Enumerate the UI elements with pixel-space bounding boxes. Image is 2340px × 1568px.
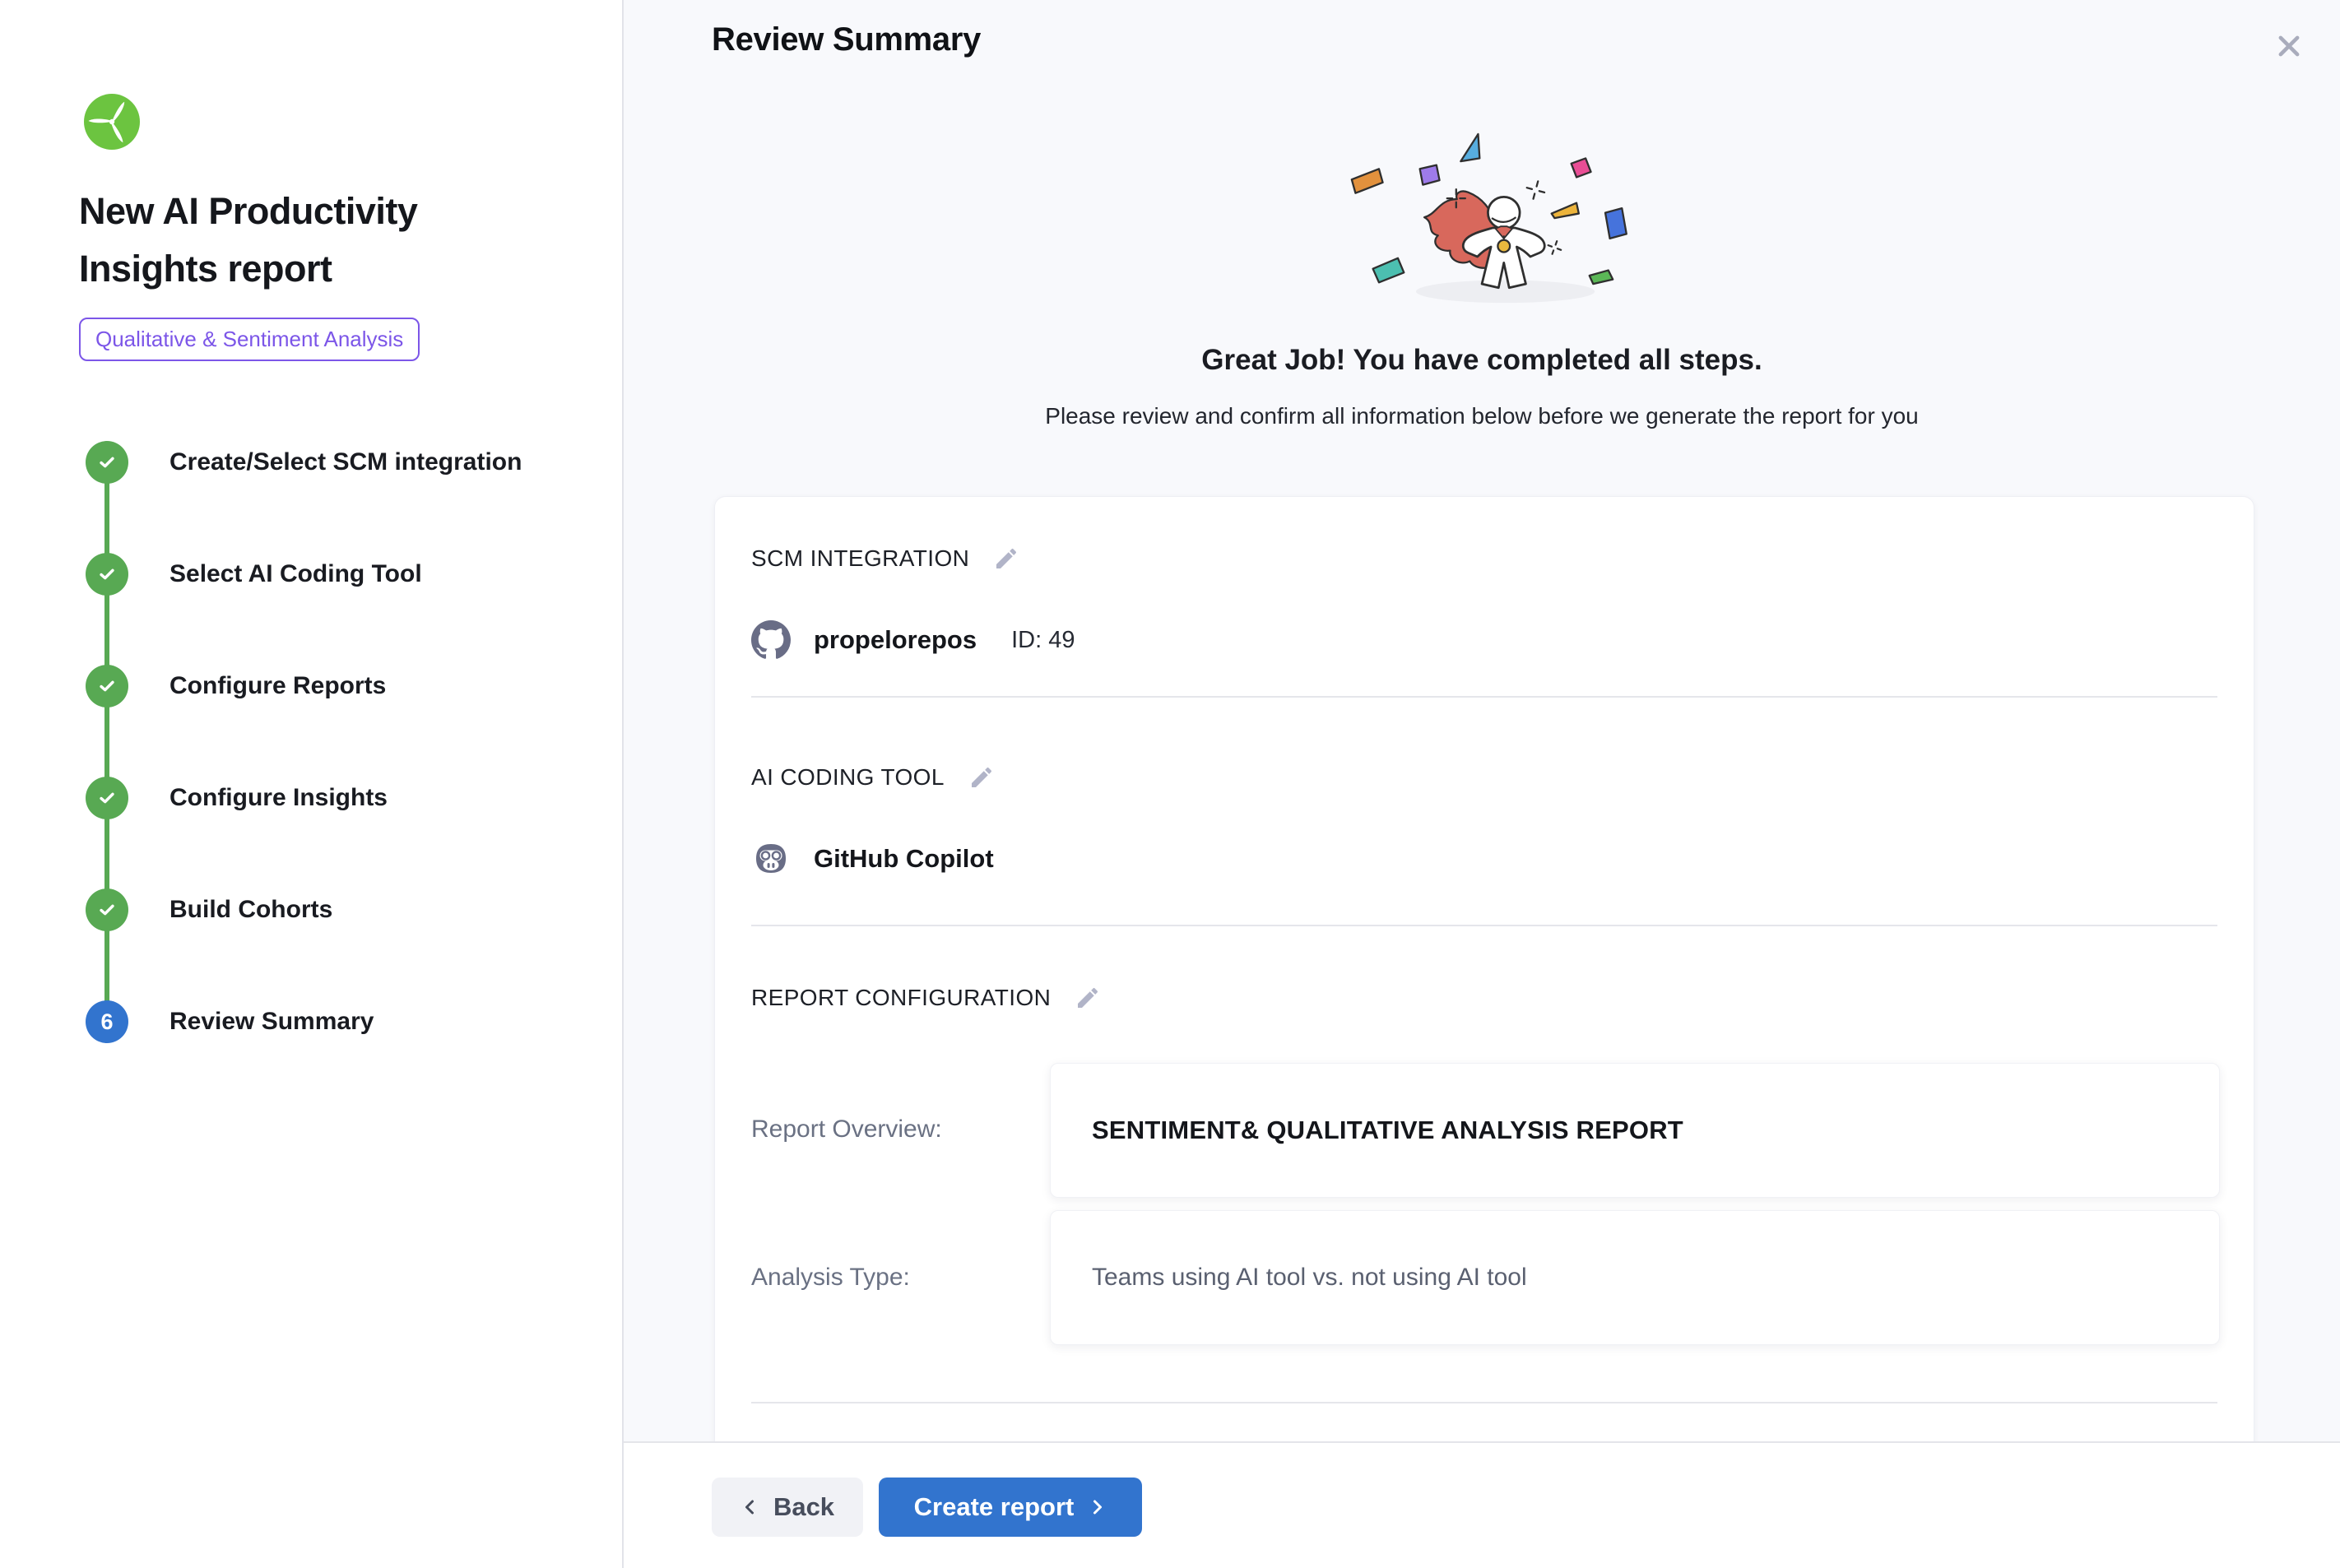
step-review-summary[interactable]: 6 Review Summary	[86, 1000, 374, 1043]
step-configure-reports[interactable]: Configure Reports	[86, 665, 386, 707]
github-icon	[751, 620, 791, 660]
github-copilot-icon	[751, 839, 791, 879]
scm-section-label: SCM INTEGRATION	[751, 545, 969, 572]
report-config-section-header: REPORT CONFIGURATION	[751, 984, 1102, 1012]
step-check-icon	[86, 777, 128, 819]
back-button[interactable]: Back	[712, 1478, 863, 1537]
step-number-badge: 6	[86, 1000, 128, 1043]
pencil-icon[interactable]	[1074, 984, 1102, 1012]
ai-tool-section-label: AI CODING TOOL	[751, 764, 945, 791]
analysis-type-value: Teams using AI tool vs. not using AI too…	[1050, 1210, 2220, 1345]
superhero-confetti-illustration	[1312, 120, 1691, 318]
propeller-turbine-icon	[82, 92, 142, 151]
congrats-heading: Great Job! You have completed all steps.	[624, 344, 2340, 377]
back-button-label: Back	[773, 1492, 834, 1522]
step-check-icon	[86, 553, 128, 596]
section-divider	[751, 1402, 2217, 1403]
chevron-left-icon	[741, 1497, 760, 1517]
pencil-icon[interactable]	[992, 545, 1020, 573]
scm-section-header: SCM INTEGRATION	[751, 545, 1020, 573]
step-label: Select AI Coding Tool	[169, 560, 422, 588]
congrats-subheading: Please review and confirm all informatio…	[624, 403, 2340, 429]
page-title: Review Summary	[712, 21, 981, 58]
section-divider	[751, 925, 2217, 926]
create-report-button[interactable]: Create report	[879, 1478, 1142, 1537]
step-configure-insights[interactable]: Configure Insights	[86, 777, 388, 819]
ai-tool-section-header: AI CODING TOOL	[751, 763, 996, 791]
create-report-button-label: Create report	[914, 1492, 1075, 1522]
step-check-icon	[86, 665, 128, 707]
step-label: Build Cohorts	[169, 896, 332, 924]
close-icon[interactable]	[2269, 26, 2309, 66]
step-label: Configure Insights	[169, 784, 388, 812]
analysis-type-label: Analysis Type:	[751, 1264, 910, 1292]
summary-card: SCM INTEGRATION propelorepos ID: 49 AI C…	[714, 496, 2254, 1533]
step-select-ai-tool[interactable]: Select AI Coding Tool	[86, 553, 422, 596]
step-build-cohorts[interactable]: Build Cohorts	[86, 888, 332, 931]
ai-tool-name: GitHub Copilot	[814, 844, 994, 874]
wizard-footer: Back Create report	[624, 1441, 2340, 1568]
step-check-icon	[86, 888, 128, 931]
step-label: Review Summary	[169, 1008, 374, 1036]
step-label: Create/Select SCM integration	[169, 448, 522, 476]
scm-integration-id: ID: 49	[1011, 627, 1075, 654]
report-type-badge: Qualitative & Sentiment Analysis	[79, 318, 420, 361]
report-overview-label: Report Overview:	[751, 1116, 942, 1144]
scm-value-row: propelorepos ID: 49	[751, 620, 1075, 660]
report-wizard-title: New AI Productivity Insights report	[79, 183, 540, 298]
pencil-icon[interactable]	[968, 763, 996, 791]
wizard-sidebar: New AI Productivity Insights report Qual…	[0, 0, 624, 1568]
section-divider	[751, 696, 2217, 698]
chevron-right-icon	[1087, 1497, 1107, 1517]
step-check-icon	[86, 441, 128, 484]
scm-integration-name: propelorepos	[814, 625, 977, 655]
review-summary-panel: Review Summary	[624, 0, 2340, 1568]
report-overview-value: SENTIMENT& QUALITATIVE ANALYSIS REPORT	[1050, 1063, 2220, 1198]
step-label: Configure Reports	[169, 672, 386, 700]
ai-tool-value-row: GitHub Copilot	[751, 839, 994, 879]
stepper-connector	[104, 462, 109, 1022]
report-config-section-label: REPORT CONFIGURATION	[751, 985, 1051, 1011]
step-create-select-scm[interactable]: Create/Select SCM integration	[86, 441, 522, 484]
